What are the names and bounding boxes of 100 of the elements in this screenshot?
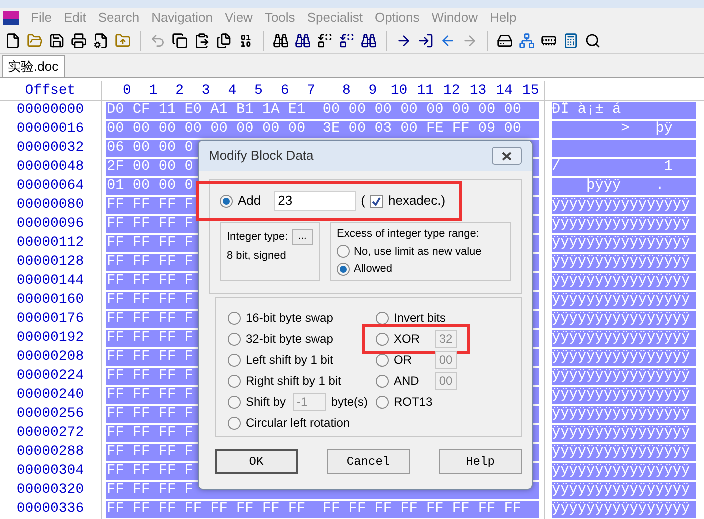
radio-button[interactable] <box>376 332 389 346</box>
copy-icon <box>172 32 188 48</box>
text-cell: ÿÿÿÿÿÿÿÿÿÿÿÿÿÿÿÿ <box>552 349 696 366</box>
undo-icon <box>150 32 166 48</box>
text-cell: ÿÿÿÿÿÿÿÿÿÿÿÿÿÿÿÿ <box>552 425 696 442</box>
column-header: Offset <box>0 80 102 102</box>
offset-cell: 00000160 <box>0 291 102 310</box>
replace-icon <box>317 32 333 48</box>
hex-bytes: 00 00 00 00 00 00 00 00 3E 00 03 00 FE FF 09 00 <box>106 121 539 138</box>
text-cell: ÿÿÿÿÿÿÿÿÿÿÿÿÿÿÿÿ <box>552 254 696 271</box>
text-cell: ÿÿÿÿÿÿÿÿÿÿÿÿÿÿÿÿ <box>552 197 696 214</box>
dialog-button[interactable]: Cancel <box>327 449 410 474</box>
dialog-button[interactable]: OK <box>215 449 298 474</box>
menu-item[interactable]: Help <box>484 8 523 28</box>
integer-type-button[interactable]: ... <box>292 229 313 246</box>
column-header: 1 <box>148 82 159 100</box>
binoculars-icon <box>273 32 289 48</box>
radio-button[interactable] <box>228 396 241 408</box>
document-gear-icon <box>93 32 109 48</box>
text-cell: ÿÿÿÿÿÿÿÿÿÿÿÿÿÿÿÿ <box>552 311 696 328</box>
paste-icon <box>194 32 210 48</box>
offset-cell: 00000288 <box>0 443 102 462</box>
text-cell: ÿÿÿÿÿÿÿÿÿÿÿÿÿÿÿÿ <box>552 444 696 461</box>
menu-item[interactable]: File <box>25 8 58 28</box>
menu-item[interactable]: Search <box>92 8 146 28</box>
text-cell: ÿÿÿÿÿÿÿÿÿÿÿÿÿÿÿÿ <box>552 463 696 480</box>
column-header: 14 <box>495 82 514 100</box>
radio-button[interactable] <box>228 332 241 346</box>
column-header: 9 <box>368 82 378 100</box>
radio-button[interactable] <box>376 396 389 408</box>
offset-cell: 00000144 <box>0 272 102 291</box>
column-header: 10 <box>390 82 409 100</box>
radio-button[interactable] <box>228 374 241 388</box>
dialog-button[interactable]: Help <box>439 449 522 474</box>
offset-cell: 00000112 <box>0 234 102 253</box>
search-icon <box>585 32 601 48</box>
text-cell: ÿÿÿÿÿÿÿÿÿÿÿÿÿÿÿÿ <box>552 368 696 385</box>
radio-button[interactable] <box>337 245 350 258</box>
radio-button[interactable] <box>376 374 389 388</box>
text-cell: þÿÿÿ . <box>552 178 696 195</box>
radio-button[interactable] <box>337 262 350 276</box>
column-header: 8 <box>341 82 352 100</box>
radio-label: 32-bit byte swap <box>246 331 334 348</box>
column-header: 6 <box>280 82 290 100</box>
menu-item[interactable]: View <box>219 8 259 28</box>
menu-item[interactable]: Options <box>368 8 426 28</box>
offset-cell: 00000240 <box>0 386 102 405</box>
arrow-left-icon <box>440 32 456 48</box>
column-header: 7 <box>306 82 317 100</box>
menu-item[interactable]: Tools <box>258 8 302 28</box>
menu-item[interactable]: Navigation <box>146 8 219 28</box>
offset-cell: 00000208 <box>0 348 102 367</box>
offset-cell: 00000224 <box>0 367 102 386</box>
menu-item[interactable]: Window <box>426 8 484 28</box>
menu-item[interactable]: Specialist <box>301 8 369 28</box>
offset-cell: 00000096 <box>0 215 102 234</box>
hex-bytes: FF FF FF FF FF FF FF FF FF FF FF FF FF FF FF FF <box>106 501 539 518</box>
text-cell: ÿÿÿÿÿÿÿÿÿÿÿÿÿÿÿÿ <box>552 387 696 404</box>
hexadec-checkbox[interactable] <box>370 194 384 208</box>
text-cell: ÐÏ à¡± á <box>552 102 696 119</box>
column-header: 13 <box>468 82 488 100</box>
jump-icon <box>418 32 434 48</box>
offset-cell: 00000000 <box>0 101 102 120</box>
add-input-field[interactable]: 23 <box>274 191 356 211</box>
radio-button[interactable] <box>220 194 233 208</box>
column-header: 4 <box>227 82 238 100</box>
arrow-right-icon <box>396 32 412 48</box>
text-cell: ÿÿÿÿÿÿÿÿÿÿÿÿÿÿÿÿ <box>552 501 696 518</box>
text-cell: ÿÿÿÿÿÿÿÿÿÿÿÿÿÿÿÿ <box>552 482 696 499</box>
calculator-icon <box>563 32 579 48</box>
column-header: 15 <box>521 82 540 100</box>
column-header: 3 <box>200 82 212 100</box>
offset-cell: 00000176 <box>0 310 102 329</box>
radio-button[interactable] <box>376 354 389 366</box>
column-header: 5 <box>254 82 264 100</box>
text-cell: > þÿ <box>552 121 696 138</box>
radio-label: XOR <box>394 331 422 348</box>
offset-cell: 00000272 <box>0 424 102 443</box>
text-cell: ÿÿÿÿÿÿÿÿÿÿÿÿÿÿÿÿ <box>552 292 696 309</box>
text-cell: ÿÿÿÿÿÿÿÿÿÿÿÿÿÿÿÿ <box>552 235 696 252</box>
radio-label: Left shift by 1 bit <box>246 352 334 369</box>
menu-item[interactable]: Edit <box>58 8 92 28</box>
offset-cell: 00000032 <box>0 139 102 158</box>
printer-icon <box>71 32 87 48</box>
offset-cell: 00000048 <box>0 158 102 177</box>
radio-button[interactable] <box>228 312 241 324</box>
check-icon <box>372 196 382 206</box>
offset-cell: 00000304 <box>0 462 102 481</box>
column-header: 12 <box>442 82 462 100</box>
file-tab[interactable]: 实验.doc <box>2 55 65 77</box>
hex-bytes: D0 CF 11 E0 A1 B1 1A E1 00 00 00 00 00 00 00 00 <box>106 102 539 119</box>
app-logo-icon <box>3 11 19 25</box>
radio-button[interactable] <box>228 354 241 366</box>
offset-cell: 00000080 <box>0 196 102 215</box>
folder-icon <box>27 32 43 48</box>
close-button[interactable] <box>492 147 522 165</box>
radio-button[interactable] <box>228 416 241 430</box>
offset-cell: 00000128 <box>0 253 102 272</box>
text-cell: / 1 <box>552 159 696 176</box>
radio-button[interactable] <box>376 312 389 324</box>
